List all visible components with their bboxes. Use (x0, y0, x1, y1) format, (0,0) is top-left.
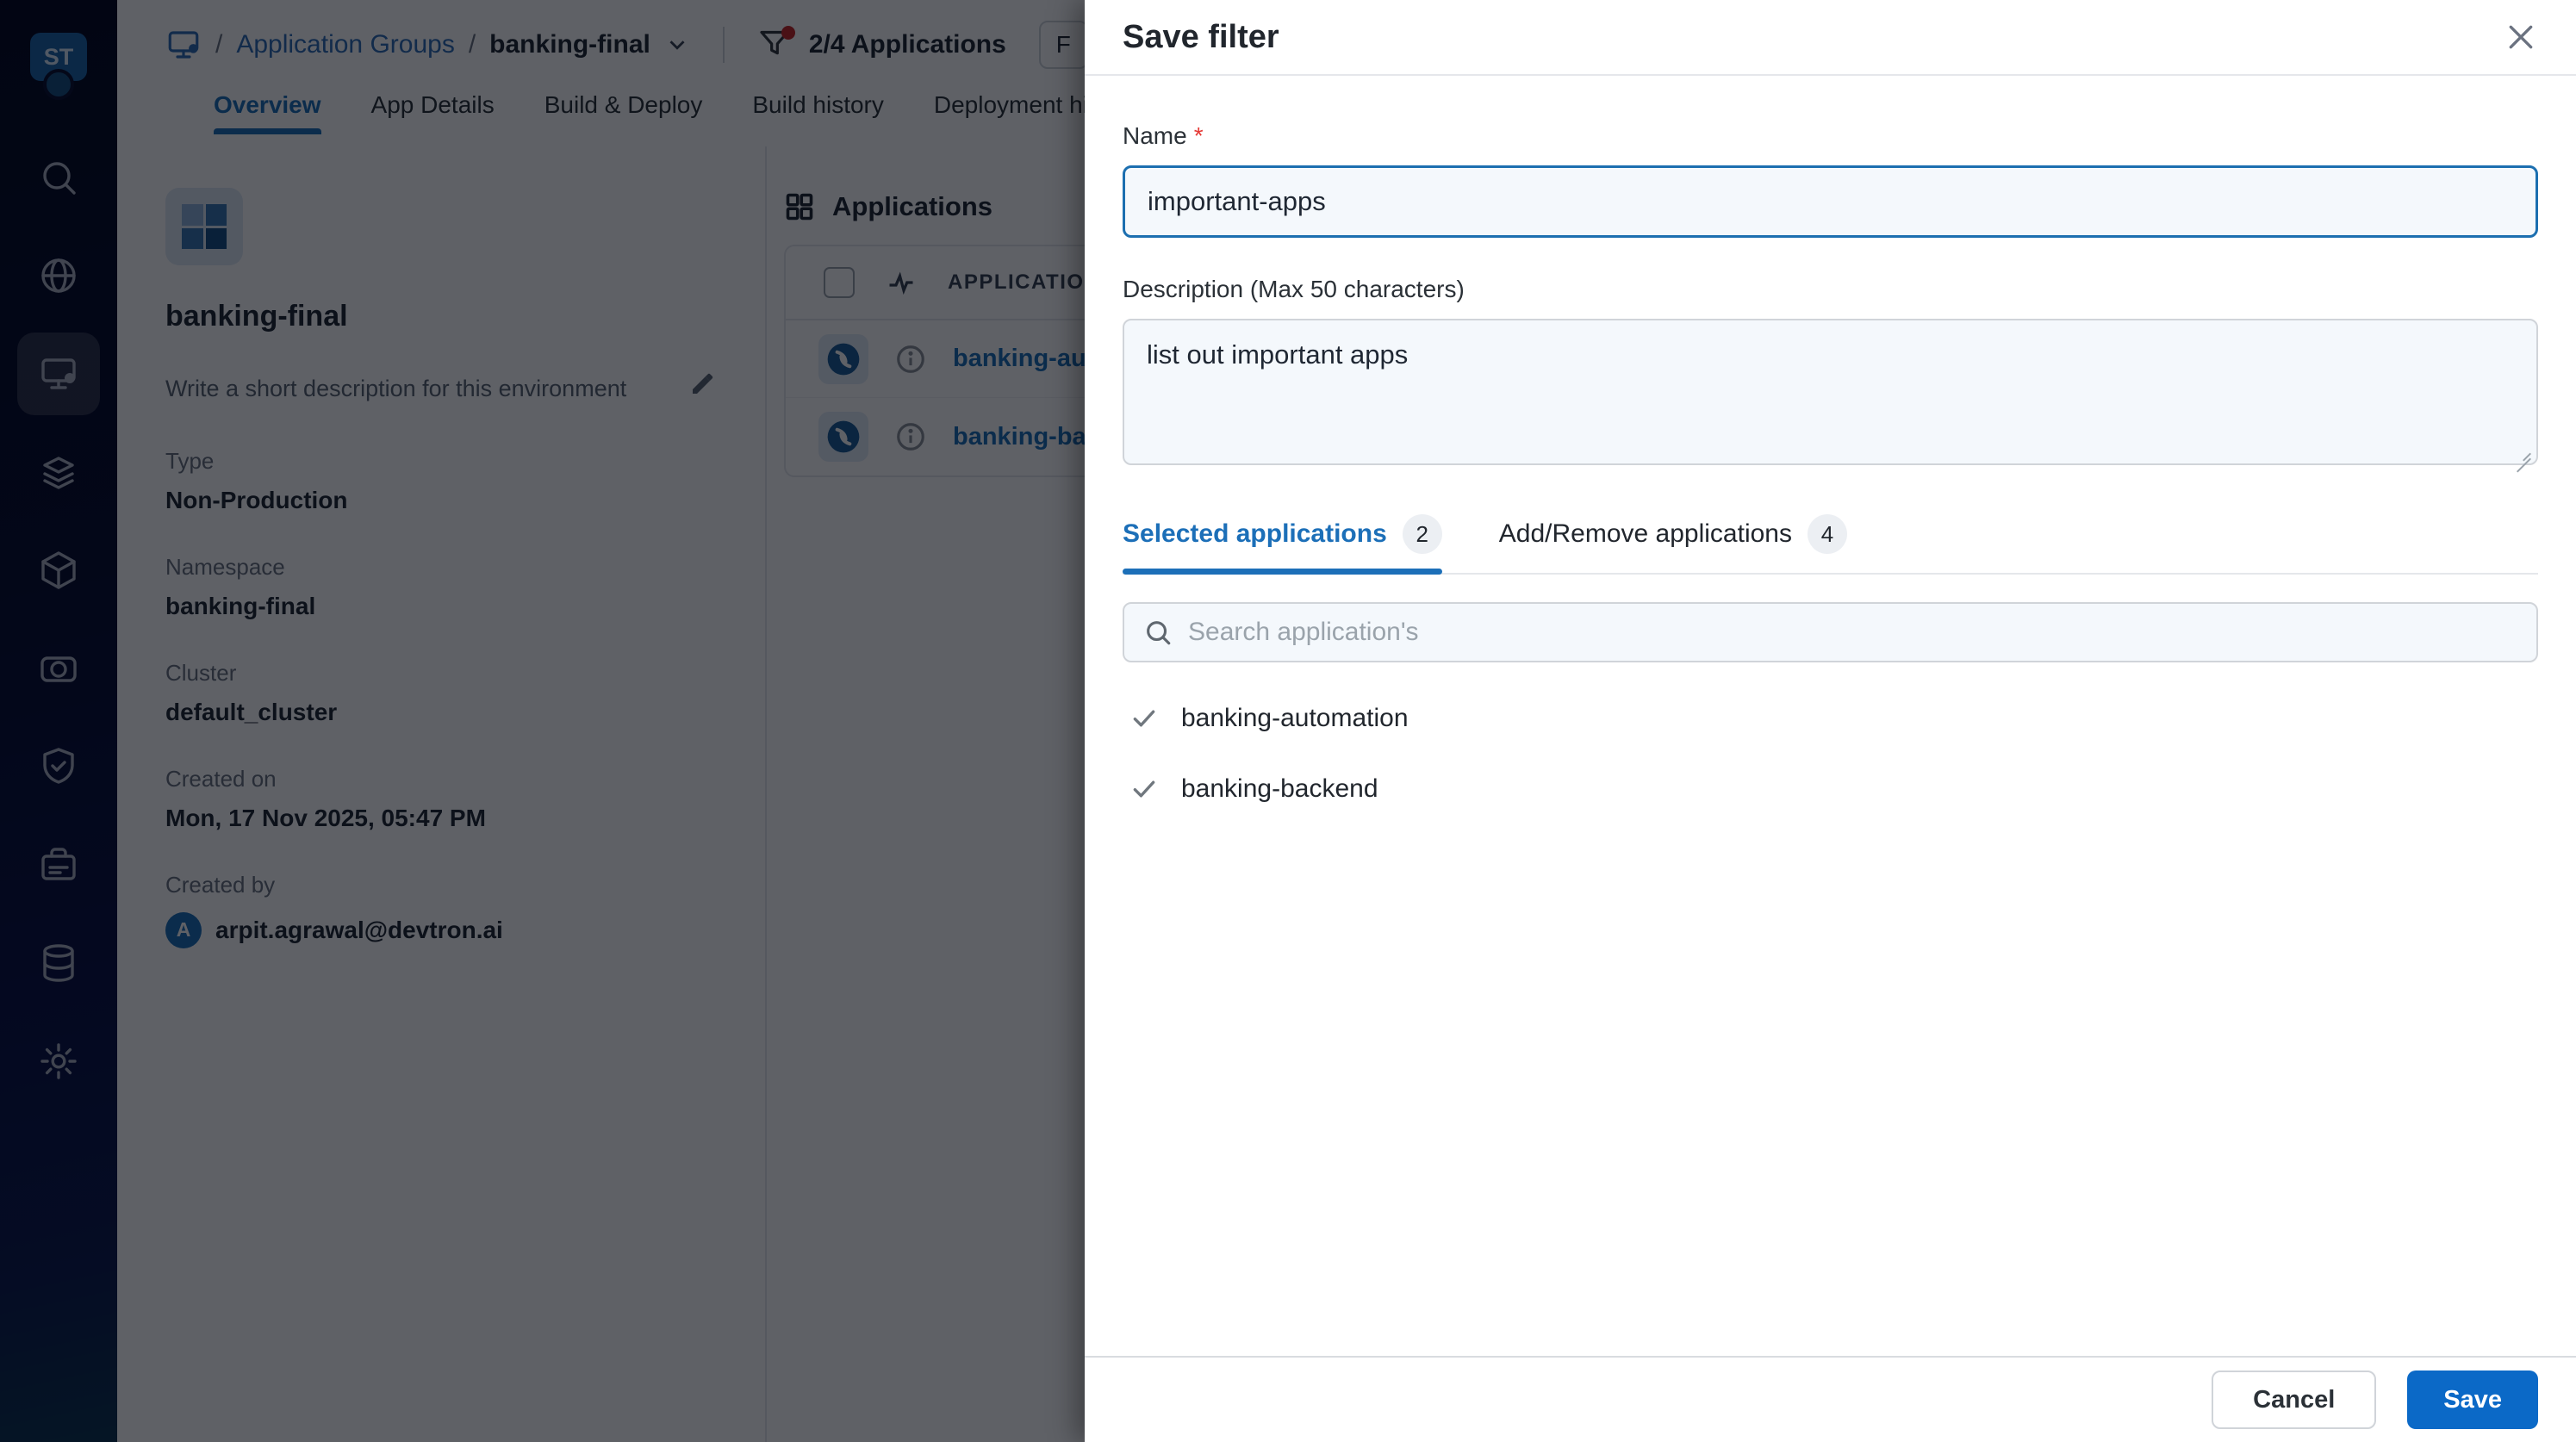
drawer-tabs: Selected applications 2 Add/Remove appli… (1123, 514, 2538, 575)
tab-selected-applications[interactable]: Selected applications 2 (1123, 514, 1442, 575)
filter-description-textarea[interactable]: list out important apps (1123, 319, 2538, 465)
drawer-footer: Cancel Save (1085, 1356, 2576, 1442)
tab-label: Add/Remove applications (1498, 519, 1792, 548)
description-field-wrap: list out important apps (1123, 319, 2538, 469)
drawer-body: Name* Description (Max 50 characters) li… (1085, 76, 2576, 1356)
save-filter-drawer: Save filter Name* Description (Max 50 ch… (1085, 0, 2576, 1442)
drawer-header: Save filter (1085, 0, 2576, 76)
save-button[interactable]: Save (2407, 1371, 2538, 1429)
check-icon (1133, 710, 1155, 727)
app-root: ST (0, 0, 2576, 1442)
tab-add-remove-applications[interactable]: Add/Remove applications 4 (1499, 514, 1847, 573)
list-item-banking-automation[interactable]: banking-automation (1123, 683, 2538, 754)
list-item-banking-backend[interactable]: banking-backend (1123, 754, 2538, 824)
application-name: banking-automation (1181, 704, 1409, 732)
cancel-button[interactable]: Cancel (2212, 1371, 2377, 1429)
drawer-title: Save filter (1123, 18, 1279, 55)
selected-applications-list: banking-automation banking-backend (1123, 683, 2538, 824)
application-name: banking-backend (1181, 774, 1378, 803)
count-badge: 4 (1807, 514, 1847, 554)
tab-label: Selected applications (1123, 519, 1387, 548)
filter-name-input[interactable] (1123, 165, 2538, 238)
name-label-text: Name (1123, 122, 1187, 149)
name-field-label: Name * (1123, 122, 2538, 150)
required-marker: * (1193, 122, 1204, 149)
application-search-input[interactable] (1188, 618, 2517, 647)
search-icon (1147, 621, 1171, 645)
count-badge: 2 (1402, 514, 1442, 554)
description-field-label: Description (Max 50 characters) (1123, 276, 1465, 302)
resize-grip-icon[interactable] (2514, 442, 2531, 459)
application-search-bar (1123, 602, 2538, 662)
check-icon (1133, 780, 1155, 798)
close-icon[interactable] (2504, 20, 2538, 54)
